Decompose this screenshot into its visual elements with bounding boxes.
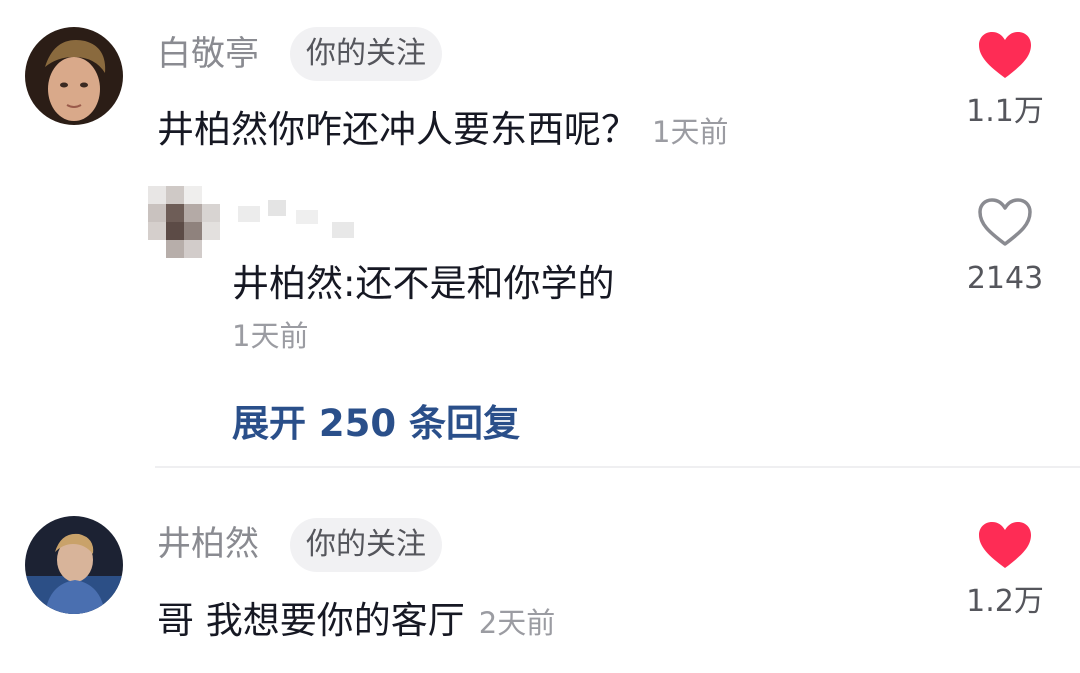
divider [155, 466, 1080, 468]
comment-username[interactable]: 白敬亭 [157, 34, 259, 74]
follow-tag: 你的关注 [290, 518, 442, 572]
comment-time: 2天前 [478, 606, 556, 640]
comment-username[interactable]: 井柏然 [157, 524, 259, 564]
heart-filled-icon [960, 30, 1050, 80]
avatar[interactable] [25, 516, 123, 614]
heart-outline-icon [960, 197, 1050, 247]
reply-time: 1天前 [232, 319, 309, 353]
reply-like-button[interactable]: 2143 [960, 197, 1050, 297]
like-count: 1.2万 [966, 584, 1044, 619]
comment-text: 哥 我想要你的客厅 2天前 [157, 599, 555, 645]
expand-replies-button[interactable]: 展开 250 条回复 [232, 402, 520, 446]
follow-tag: 你的关注 [290, 27, 442, 81]
comment-time: 1天前 [652, 115, 729, 149]
avatar[interactable] [25, 27, 123, 125]
like-button[interactable]: 1.1万 [960, 30, 1050, 130]
comment-text: 井柏然你咋还冲人要东西呢？ 1天前 [157, 108, 728, 154]
reply-like-count: 2143 [966, 261, 1044, 296]
comment-body: 哥 我想要你的客厅 [157, 599, 465, 642]
like-count: 1.1万 [966, 94, 1044, 129]
like-button[interactable]: 1.2万 [960, 520, 1050, 620]
blurred-avatar [148, 186, 368, 265]
heart-filled-icon [960, 520, 1050, 570]
reply-text: 井柏然:还不是和你学的 [232, 262, 615, 305]
comment-body: 井柏然你咋还冲人要东西呢？ [157, 108, 638, 151]
